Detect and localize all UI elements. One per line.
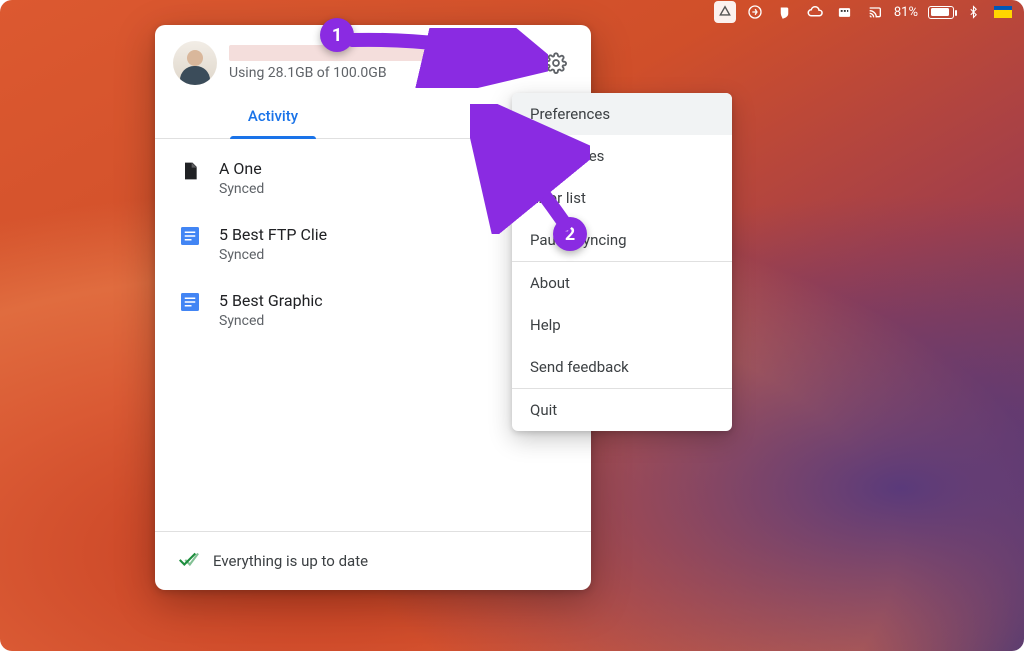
battery-percent-text: 81% xyxy=(894,5,918,20)
battery-icon[interactable] xyxy=(928,6,954,19)
settings-button[interactable] xyxy=(539,46,573,80)
onedrive-icon[interactable] xyxy=(804,1,826,23)
docs-icon xyxy=(177,225,203,247)
menu-item-help[interactable]: Help xyxy=(512,304,732,346)
popover-header: Using 28.1GB of 100.0GB xyxy=(155,25,591,93)
storage-usage-text: Using 28.1GB of 100.0GB xyxy=(229,65,503,81)
file-title: 5 Best FTP Clie xyxy=(219,225,327,244)
menu-item-offline-files[interactable]: Offline files xyxy=(512,135,732,177)
surfshark-icon[interactable] xyxy=(774,1,796,23)
drive-icon[interactable] xyxy=(714,1,736,23)
footer-status-text: Everything is up to date xyxy=(213,552,368,570)
search-button[interactable] xyxy=(503,46,537,80)
desktop-background: 81% Using 28.1GB of 100.0GB A xyxy=(0,0,1024,651)
flag-icon[interactable] xyxy=(992,1,1014,23)
popover-footer: Everything is up to date xyxy=(155,531,591,590)
menu-item-pause-syncing[interactable]: Pause syncing xyxy=(512,219,732,261)
grid-icon[interactable] xyxy=(834,1,856,23)
annotation-badge-1: 1 xyxy=(320,18,354,52)
menu-item-error-list[interactable]: Error list xyxy=(512,177,732,219)
shield-icon[interactable] xyxy=(744,1,766,23)
menu-item-about[interactable]: About xyxy=(512,262,732,304)
file-title: A One xyxy=(219,159,264,178)
annotation-badge-2: 2 xyxy=(553,217,587,251)
menu-item-preferences[interactable]: Preferences xyxy=(512,93,732,135)
file-status: Synced xyxy=(219,181,264,197)
menu-item-send-feedback[interactable]: Send feedback xyxy=(512,346,732,388)
tab-activity[interactable]: Activity xyxy=(173,93,373,138)
file-title: 5 Best Graphic xyxy=(219,291,323,310)
menubar: 81% xyxy=(704,0,1024,24)
menu-item-quit[interactable]: Quit xyxy=(512,389,732,431)
cast-icon[interactable] xyxy=(864,1,886,23)
file-icon xyxy=(177,159,203,183)
check-icon xyxy=(177,548,199,574)
settings-menu: Preferences Offline files Error list Pau… xyxy=(512,93,732,431)
avatar[interactable] xyxy=(173,41,217,85)
bluetooth-icon[interactable] xyxy=(962,1,984,23)
file-status: Synced xyxy=(219,247,327,263)
drive-popover: Using 28.1GB of 100.0GB Activity A One S… xyxy=(155,25,591,590)
file-status: Synced xyxy=(219,313,323,329)
docs-icon xyxy=(177,291,203,313)
